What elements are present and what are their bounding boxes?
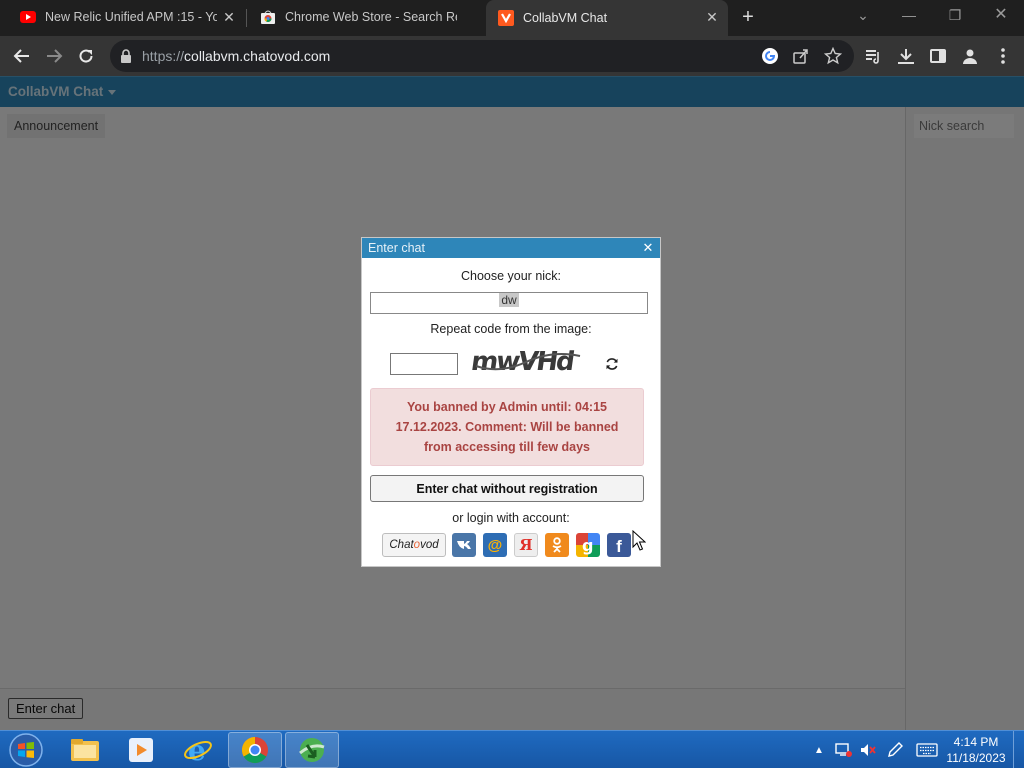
odnoklassniki-login-icon[interactable]	[545, 533, 569, 557]
svg-text:g: g	[582, 536, 593, 555]
pen-input-icon[interactable]	[886, 741, 904, 759]
bookmark-star-icon[interactable]	[824, 47, 842, 65]
close-window-button[interactable]: ✕	[978, 0, 1024, 32]
explorer-taskbar-icon[interactable]	[58, 732, 112, 768]
mailru-login-icon[interactable]: @	[483, 533, 507, 557]
enter-without-registration-button[interactable]: Enter chat without registration	[370, 475, 644, 502]
minimize-button[interactable]: —	[886, 0, 932, 32]
nick-value: dw	[499, 293, 519, 307]
volume-muted-icon[interactable]	[859, 741, 877, 759]
new-tab-button[interactable]: +	[737, 6, 759, 28]
tab-title: Chrome Web Store - Search Res	[285, 10, 457, 24]
start-button[interactable]	[4, 732, 48, 768]
restore-button[interactable]: ❐	[932, 0, 978, 32]
browser-tab-bar: New Relic Unified APM :15 - You ✕ Chrome…	[0, 0, 1024, 36]
network-icon[interactable]	[835, 741, 853, 759]
close-tab-icon[interactable]: ✕	[704, 9, 720, 25]
tab-title: New Relic Unified APM :15 - You	[45, 10, 217, 24]
chatovod-login-button[interactable]: Chatovod	[382, 533, 446, 557]
keyboard-icon[interactable]	[915, 741, 939, 759]
clock-time: 4:14 PM	[953, 735, 999, 749]
refresh-captcha-icon[interactable]	[603, 355, 621, 373]
google-lens-icon[interactable]	[761, 47, 779, 65]
show-desktop-button[interactable]	[1013, 731, 1024, 768]
url-text: https://collabvm.chatovod.com	[142, 48, 331, 64]
google-login-icon[interactable]: g	[576, 533, 600, 557]
chatovod-icon	[498, 10, 514, 26]
tab-search-icon[interactable]: ⌄	[840, 0, 886, 32]
reading-list-icon[interactable]	[863, 46, 883, 66]
show-hidden-icons-icon[interactable]: ▲	[810, 741, 828, 759]
share-icon[interactable]	[792, 47, 810, 65]
mouse-cursor-icon	[632, 529, 647, 555]
captcha-label: Repeat code from the image:	[430, 322, 592, 336]
tab-chrome-web-store[interactable]: Chrome Web Store - Search Res	[240, 0, 485, 34]
download-manager-taskbar-icon[interactable]	[285, 732, 339, 768]
at-sign-icon: @	[487, 536, 503, 554]
reload-button[interactable]	[74, 44, 98, 68]
back-button[interactable]	[10, 44, 34, 68]
tab-new-relic[interactable]: New Relic Unified APM :15 - You ✕	[0, 0, 245, 34]
chatovod-logo-icon: Chatovod	[389, 539, 439, 551]
media-player-taskbar-icon[interactable]	[114, 732, 168, 768]
forward-button[interactable]	[42, 44, 66, 68]
facebook-f-icon: f	[616, 536, 622, 556]
captcha-input[interactable]	[390, 353, 458, 375]
browser-toolbar: https://collabvm.chatovod.com	[0, 36, 1024, 76]
tab-title: CollabVM Chat	[523, 11, 608, 25]
vk-login-icon[interactable]	[452, 533, 476, 557]
yandex-login-icon[interactable]: Я	[514, 533, 538, 557]
login-label: or login with account:	[452, 511, 570, 525]
side-panel-icon[interactable]	[928, 46, 948, 66]
address-bar[interactable]: https://collabvm.chatovod.com	[110, 40, 854, 72]
dialog-title: Enter chat	[368, 241, 425, 255]
ban-error-alert: You banned by Admin until: 04:15 17.12.2…	[370, 388, 644, 466]
lock-icon[interactable]	[120, 49, 132, 66]
chrome-taskbar-icon[interactable]	[228, 732, 282, 768]
close-icon[interactable]: ✕	[641, 241, 655, 255]
captcha-image: mwVHd	[469, 342, 588, 383]
nick-input[interactable]: dw	[370, 292, 648, 314]
yandex-letter-icon: Я	[519, 536, 533, 554]
web-page: CollabVM Chat Announcement Enter chat En…	[0, 76, 1024, 730]
profile-icon[interactable]	[960, 46, 980, 66]
dialog-titlebar: Enter chat ✕	[362, 238, 660, 258]
windows-orb-icon	[9, 733, 43, 767]
close-tab-icon[interactable]: ✕	[221, 9, 237, 25]
clock-date: 11/18/2023	[946, 751, 1006, 765]
facebook-login-icon[interactable]: f	[607, 533, 631, 557]
captcha-text: mwVHd	[470, 347, 575, 377]
system-clock[interactable]: 4:14 PM 11/18/2023	[944, 734, 1008, 766]
windows-taskbar: e ▲ 4:14 PM 11/18/2023	[0, 730, 1024, 768]
chrome-web-store-icon	[260, 9, 276, 25]
internet-explorer-taskbar-icon[interactable]: e	[171, 732, 225, 768]
enter-chat-dialog: Enter chat ✕ Choose your nick: dw Repeat…	[361, 237, 661, 567]
download-icon[interactable]	[896, 46, 916, 66]
svg-text:e: e	[188, 735, 206, 765]
nick-label: Choose your nick:	[460, 269, 562, 283]
youtube-icon	[20, 9, 36, 25]
menu-kebab-icon[interactable]	[993, 46, 1013, 66]
tab-collabvm-chat[interactable]: CollabVM Chat ✕	[486, 0, 728, 36]
